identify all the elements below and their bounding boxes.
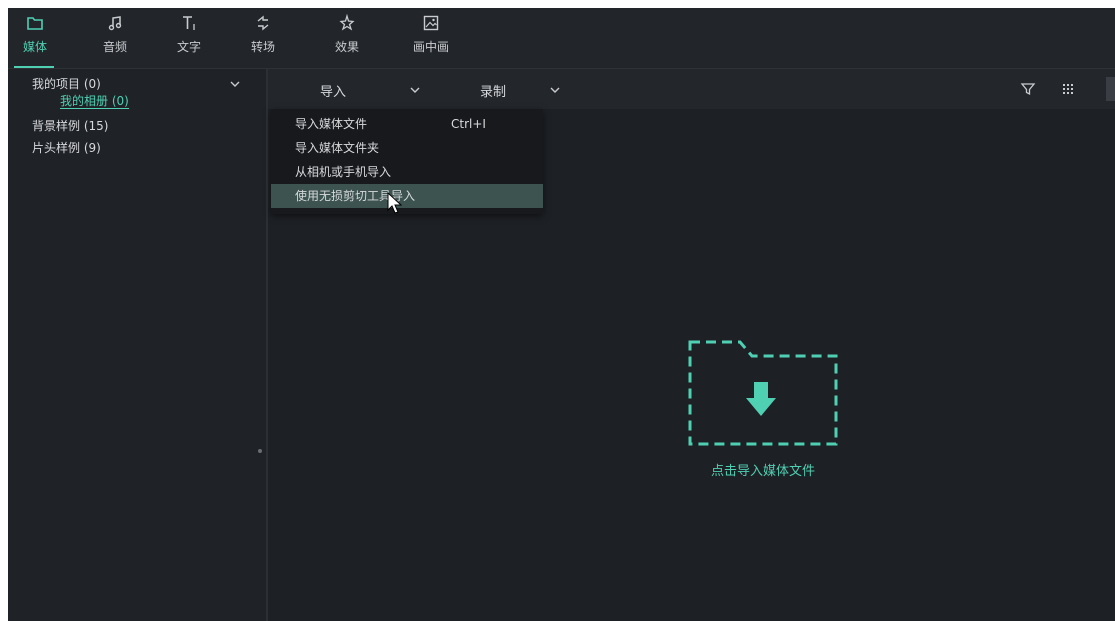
- media-toolbar: 导入 录制: [268, 69, 1115, 109]
- tab-pip-label: 画中画: [412, 40, 449, 54]
- menu-item-label: 导入媒体文件夹: [295, 141, 380, 155]
- sidebar-item-album[interactable]: 我的相册 (0): [60, 94, 129, 109]
- sidebar-item-intro-samples[interactable]: 片头样例 (9): [32, 139, 101, 156]
- menu-item-shortcut: Ctrl+I: [451, 117, 486, 131]
- dashed-folder-icon: [688, 340, 838, 446]
- tab-effects-label: 效果: [334, 40, 359, 54]
- import-button[interactable]: 导入: [320, 81, 346, 100]
- record-chevron-down-icon[interactable]: [550, 85, 560, 95]
- tab-text[interactable]: 文字: [162, 12, 216, 64]
- sidebar-item-project[interactable]: 我的项目 (0): [32, 75, 101, 92]
- menu-item-import-media-files[interactable]: 导入媒体文件 Ctrl+I: [271, 112, 543, 136]
- import-dropdown-menu: 导入媒体文件 Ctrl+I 导入媒体文件夹 从相机或手机导入 使用无损剪切工具导…: [271, 109, 543, 214]
- grid-view-icon[interactable]: [1060, 81, 1076, 97]
- text-icon: [162, 14, 216, 36]
- tab-pip[interactable]: 画中画: [404, 12, 458, 64]
- menu-item-import-from-camera[interactable]: 从相机或手机导入: [271, 160, 543, 184]
- tab-media[interactable]: 媒体: [8, 12, 62, 68]
- filter-icon[interactable]: [1020, 81, 1036, 97]
- tab-effects[interactable]: 效果: [320, 12, 374, 64]
- menu-item-import-lossless-tool[interactable]: 使用无损剪切工具导入: [271, 184, 543, 208]
- media-sidebar: 我的项目 (0) 我的相册 (0) 背景样例 (15) 片头样例 (9): [8, 69, 268, 621]
- tab-audio[interactable]: 音频: [88, 12, 142, 64]
- tab-media-label: 媒体: [22, 40, 47, 54]
- search-box-edge[interactable]: [1106, 77, 1115, 101]
- chevron-down-icon[interactable]: [230, 79, 240, 89]
- transition-icon: [236, 14, 290, 36]
- download-arrow-icon: [746, 382, 776, 416]
- import-drop-zone[interactable]: [688, 338, 838, 448]
- record-button[interactable]: 录制: [480, 81, 506, 100]
- import-media-files-link[interactable]: 点击导入媒体文件: [668, 460, 858, 479]
- music-note-icon: [88, 14, 142, 36]
- tab-audio-label: 音频: [102, 40, 127, 54]
- tab-transition-label: 转场: [250, 40, 275, 54]
- import-chevron-down-icon[interactable]: [410, 85, 420, 95]
- folder-icon: [8, 14, 62, 36]
- media-library-window: 媒体 音频 文字 转场 效果 画中画 我的项目 (0) 我的相册 (0) 背景样…: [8, 8, 1115, 621]
- menu-item-label: 从相机或手机导入: [295, 165, 392, 179]
- menu-item-import-media-folder[interactable]: 导入媒体文件夹: [271, 136, 543, 160]
- picture-in-picture-icon: [404, 14, 458, 36]
- sidebar-item-background-samples[interactable]: 背景样例 (15): [32, 117, 108, 134]
- menu-item-label: 导入媒体文件: [295, 117, 368, 131]
- effects-icon: [320, 13, 374, 36]
- mouse-cursor-icon: [387, 192, 403, 214]
- top-toolbar: 媒体 音频 文字 转场 效果 画中画: [8, 8, 1115, 68]
- sidebar-collapse-handle[interactable]: [258, 449, 262, 453]
- tab-transition[interactable]: 转场: [236, 12, 290, 64]
- tab-text-label: 文字: [176, 40, 201, 54]
